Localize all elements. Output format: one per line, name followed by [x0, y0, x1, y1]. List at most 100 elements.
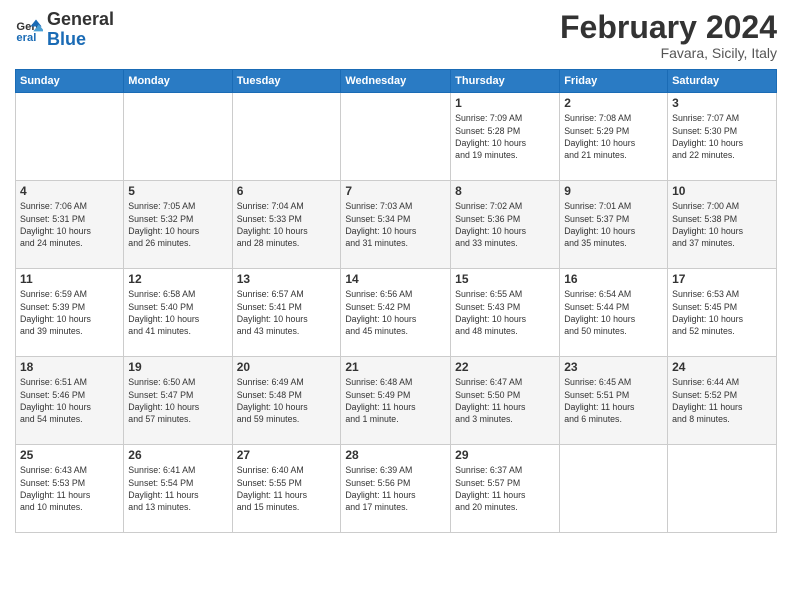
col-sunday: Sunday — [16, 70, 124, 93]
day-info: Sunrise: 7:08 AMSunset: 5:29 PMDaylight:… — [564, 112, 663, 161]
col-wednesday: Wednesday — [341, 70, 451, 93]
day-info: Sunrise: 6:39 AMSunset: 5:56 PMDaylight:… — [345, 464, 446, 513]
day-info: Sunrise: 6:47 AMSunset: 5:50 PMDaylight:… — [455, 376, 555, 425]
table-row: 10 Sunrise: 7:00 AMSunset: 5:38 PMDayligh… — [668, 181, 777, 269]
day-info: Sunrise: 6:40 AMSunset: 5:55 PMDaylight:… — [237, 464, 337, 513]
col-monday: Monday — [124, 70, 232, 93]
table-row: 14Sunrise: 6:56 AMSunset: 5:42 PMDayligh… — [341, 269, 451, 357]
table-row: 16 Sunrise: 6:54 AMSunset: 5:44 PMDayligh… — [560, 269, 668, 357]
table-row: 3Sunrise: 7:07 AMSunset: 5:30 PMDaylight… — [668, 93, 777, 181]
day-number: 20 — [237, 360, 337, 374]
title-area: February 2024 Favara, Sicily, Italy — [560, 10, 777, 61]
day-info: Sunrise: 7:09 AMSunset: 5:28 PMDaylight:… — [455, 112, 555, 161]
day-info: Sunrise: 7:05 AMSunset: 5:32 PMDaylight:… — [128, 200, 227, 249]
table-row: 27 Sunrise: 6:40 AMSunset: 5:55 PMDayligh… — [232, 445, 341, 533]
table-row: 13 Sunrise: 6:57 AMSunset: 5:41 PMDayligh… — [232, 269, 341, 357]
day-info: Sunrise: 6:58 AMSunset: 5:40 PMDaylight:… — [128, 288, 227, 337]
table-row: 18 Sunrise: 6:51 AMSunset: 5:46 PMDayligh… — [16, 357, 124, 445]
day-number: 6 — [237, 184, 337, 198]
col-tuesday: Tuesday — [232, 70, 341, 93]
day-info: Sunrise: 7:00 AMSunset: 5:38 PMDaylight:… — [672, 200, 772, 249]
table-row: 15Sunrise: 6:55 AMSunset: 5:43 PMDayligh… — [451, 269, 560, 357]
day-number: 1 — [455, 96, 555, 110]
table-row: 7 Sunrise: 7:03 AMSunset: 5:34 PMDaylight… — [341, 181, 451, 269]
location: Favara, Sicily, Italy — [560, 45, 777, 61]
day-info: Sunrise: 6:41 AMSunset: 5:54 PMDaylight:… — [128, 464, 227, 513]
day-info: Sunrise: 7:04 AMSunset: 5:33 PMDaylight:… — [237, 200, 337, 249]
day-number: 12 — [128, 272, 227, 286]
logo-text: General Blue — [47, 10, 114, 50]
table-row — [560, 445, 668, 533]
col-friday: Friday — [560, 70, 668, 93]
day-number: 21 — [345, 360, 446, 374]
day-info: Sunrise: 6:37 AMSunset: 5:57 PMDaylight:… — [455, 464, 555, 513]
day-number: 27 — [237, 448, 337, 462]
day-number: 5 — [128, 184, 227, 198]
day-number: 18 — [20, 360, 119, 374]
day-number: 4 — [20, 184, 119, 198]
table-row: 26 Sunrise: 6:41 AMSunset: 5:54 PMDayligh… — [124, 445, 232, 533]
day-info: Sunrise: 6:54 AMSunset: 5:44 PMDaylight:… — [564, 288, 663, 337]
table-row: 4 Sunrise: 7:06 AMSunset: 5:31 PMDaylight… — [16, 181, 124, 269]
calendar-table: Sunday Monday Tuesday Wednesday Thursday… — [15, 69, 777, 533]
header-row: Sunday Monday Tuesday Wednesday Thursday… — [16, 70, 777, 93]
table-row: 28 Sunrise: 6:39 AMSunset: 5:56 PMDayligh… — [341, 445, 451, 533]
table-row — [341, 93, 451, 181]
day-info: Sunrise: 6:59 AMSunset: 5:39 PMDaylight:… — [20, 288, 119, 337]
logo: Gen eral General Blue — [15, 10, 114, 50]
day-number: 15 — [455, 272, 555, 286]
table-row: 2 Sunrise: 7:08 AMSunset: 5:29 PMDaylight… — [560, 93, 668, 181]
day-info: Sunrise: 7:07 AMSunset: 5:30 PMDaylight:… — [672, 112, 772, 161]
day-number: 2 — [564, 96, 663, 110]
logo-icon: Gen eral — [15, 16, 43, 44]
day-info: Sunrise: 7:06 AMSunset: 5:31 PMDaylight:… — [20, 200, 119, 249]
day-number: 17 — [672, 272, 772, 286]
day-info: Sunrise: 6:43 AMSunset: 5:53 PMDaylight:… — [20, 464, 119, 513]
day-info: Sunrise: 6:50 AMSunset: 5:47 PMDaylight:… — [128, 376, 227, 425]
day-info: Sunrise: 6:51 AMSunset: 5:46 PMDaylight:… — [20, 376, 119, 425]
table-row: 12 Sunrise: 6:58 AMSunset: 5:40 PMDayligh… — [124, 269, 232, 357]
day-number: 16 — [564, 272, 663, 286]
table-row: 6 Sunrise: 7:04 AMSunset: 5:33 PMDaylight… — [232, 181, 341, 269]
day-number: 26 — [128, 448, 227, 462]
day-number: 25 — [20, 448, 119, 462]
table-row: 11 Sunrise: 6:59 AMSunset: 5:39 PMDayligh… — [16, 269, 124, 357]
day-info: Sunrise: 6:49 AMSunset: 5:48 PMDaylight:… — [237, 376, 337, 425]
day-number: 22 — [455, 360, 555, 374]
table-row: 9 Sunrise: 7:01 AMSunset: 5:37 PMDaylight… — [560, 181, 668, 269]
day-number: 10 — [672, 184, 772, 198]
day-info: Sunrise: 6:57 AMSunset: 5:41 PMDaylight:… — [237, 288, 337, 337]
col-saturday: Saturday — [668, 70, 777, 93]
table-row — [16, 93, 124, 181]
table-row: 21 Sunrise: 6:48 AMSunset: 5:49 PMDayligh… — [341, 357, 451, 445]
day-info: Sunrise: 6:45 AMSunset: 5:51 PMDaylight:… — [564, 376, 663, 425]
day-number: 23 — [564, 360, 663, 374]
table-row: 29Sunrise: 6:37 AMSunset: 5:57 PMDayligh… — [451, 445, 560, 533]
table-row: 22 Sunrise: 6:47 AMSunset: 5:50 PMDayligh… — [451, 357, 560, 445]
day-number: 13 — [237, 272, 337, 286]
header: Gen eral General Blue February 2024 Fava… — [15, 10, 777, 61]
table-row — [668, 445, 777, 533]
day-info: Sunrise: 7:02 AMSunset: 5:36 PMDaylight:… — [455, 200, 555, 249]
table-row: 20 Sunrise: 6:49 AMSunset: 5:48 PMDayligh… — [232, 357, 341, 445]
day-number: 11 — [20, 272, 119, 286]
day-number: 7 — [345, 184, 446, 198]
table-row: 1 Sunrise: 7:09 AMSunset: 5:28 PMDaylight… — [451, 93, 560, 181]
day-info: Sunrise: 6:48 AMSunset: 5:49 PMDaylight:… — [345, 376, 446, 425]
day-info: Sunrise: 7:01 AMSunset: 5:37 PMDaylight:… — [564, 200, 663, 249]
day-info: Sunrise: 6:53 AMSunset: 5:45 PMDaylight:… — [672, 288, 772, 337]
col-thursday: Thursday — [451, 70, 560, 93]
day-number: 19 — [128, 360, 227, 374]
table-row: 17 Sunrise: 6:53 AMSunset: 5:45 PMDayligh… — [668, 269, 777, 357]
table-row: 8Sunrise: 7:02 AMSunset: 5:36 PMDaylight… — [451, 181, 560, 269]
table-row: 5 Sunrise: 7:05 AMSunset: 5:32 PMDaylight… — [124, 181, 232, 269]
day-info: Sunrise: 6:56 AMSunset: 5:42 PMDaylight:… — [345, 288, 446, 337]
table-row: 24Sunrise: 6:44 AMSunset: 5:52 PMDayligh… — [668, 357, 777, 445]
day-number: 9 — [564, 184, 663, 198]
month-title: February 2024 — [560, 10, 777, 45]
table-row: 23 Sunrise: 6:45 AMSunset: 5:51 PMDayligh… — [560, 357, 668, 445]
table-row: 19 Sunrise: 6:50 AMSunset: 5:47 PMDayligh… — [124, 357, 232, 445]
day-number: 28 — [345, 448, 446, 462]
day-info: Sunrise: 6:44 AMSunset: 5:52 PMDaylight:… — [672, 376, 772, 425]
day-info: Sunrise: 7:03 AMSunset: 5:34 PMDaylight:… — [345, 200, 446, 249]
